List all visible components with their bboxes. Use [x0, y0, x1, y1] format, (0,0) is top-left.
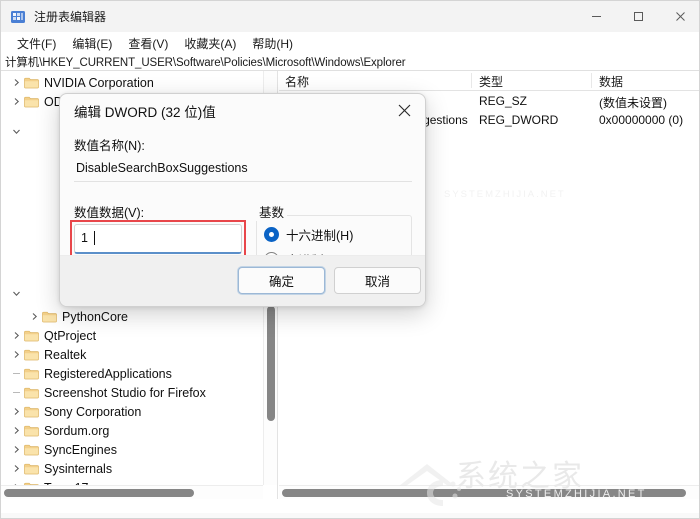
tree-item-label: Sony Corporation: [44, 406, 141, 419]
menu-bar: 文件(F) 编辑(E) 查看(V) 收藏夹(A) 帮助(H): [1, 32, 700, 54]
folder-icon: [24, 96, 39, 108]
tree-item-label: PythonCore: [62, 311, 128, 324]
text-caret: [94, 231, 95, 245]
tree-leaf-marker: [9, 373, 24, 374]
values-horizontal-scrollbar[interactable]: [279, 485, 700, 499]
menu-view[interactable]: 查看(V): [120, 33, 176, 54]
cancel-button[interactable]: 取消: [334, 267, 421, 294]
dialog-body: 数值名称(N): DisableSearchBoxSuggestions 数值数…: [60, 127, 425, 306]
values-header-row: 名称 类型 数据: [279, 71, 700, 91]
dialog-close-button[interactable]: [383, 94, 425, 126]
edit-dword-dialog: 编辑 DWORD (32 位)值 数值名称(N): DisableSearchB…: [59, 93, 426, 307]
tree-item[interactable]: QtProject: [9, 326, 96, 346]
window-controls: [575, 1, 700, 32]
column-divider-2[interactable]: [591, 73, 592, 88]
folder-icon: [24, 387, 39, 399]
radio-hexadecimal[interactable]: 十六进制(H): [264, 225, 353, 244]
column-header-name[interactable]: 名称: [285, 73, 309, 90]
column-header-data[interactable]: 数据: [599, 73, 623, 90]
base-group-label: 基数: [256, 202, 287, 221]
folder-icon: [24, 330, 39, 342]
chevron-down-icon-upper[interactable]: [9, 127, 24, 136]
value-name-text: DisableSearchBoxSuggestions: [76, 161, 248, 175]
tree-item[interactable]: RegisteredApplications: [9, 364, 172, 384]
tree-item[interactable]: SyncEngines: [9, 440, 117, 460]
ok-button[interactable]: 确定: [238, 267, 325, 294]
tree-item-label: Screenshot Studio for Firefox: [44, 387, 206, 400]
column-divider-1[interactable]: [471, 73, 472, 88]
dialog-titlebar: 编辑 DWORD (32 位)值: [60, 94, 425, 127]
tree-item[interactable]: NVIDIA Corporation: [9, 73, 154, 93]
folder-icon: [42, 311, 57, 323]
close-button[interactable]: [659, 1, 700, 32]
chevron-right-icon[interactable]: [9, 350, 24, 359]
chevron-right-icon[interactable]: [9, 426, 24, 435]
values-hscrollbar-thumb[interactable]: [282, 489, 686, 497]
tree-hscrollbar-thumb[interactable]: [4, 489, 194, 497]
dialog-footer: 确定 取消: [60, 255, 425, 306]
tree-item-label: Sordum.org: [44, 425, 109, 438]
maximize-button[interactable]: [617, 1, 659, 32]
tree-item-label: QtProject: [44, 330, 96, 343]
value-name-label: 数值名称(N):: [74, 135, 145, 154]
value-type-cell: REG_DWORD: [479, 113, 558, 127]
value-data-cell: 0x00000000 (0): [599, 113, 683, 127]
registry-editor-window: 注册表编辑器 文件(F) 编辑(E) 查看(V) 收藏夹(A) 帮助(H) 计算…: [0, 0, 700, 519]
tree-horizontal-scrollbar[interactable]: [1, 485, 263, 499]
folder-icon: [24, 463, 39, 475]
chevron-right-icon[interactable]: [9, 331, 24, 340]
chevron-down-icon[interactable]: [9, 289, 24, 298]
value-data-text: 1: [81, 231, 88, 245]
chevron-right-icon[interactable]: [9, 97, 24, 106]
folder-icon: [24, 444, 39, 456]
menu-file[interactable]: 文件(F): [9, 33, 64, 54]
tree-item[interactable]: Screenshot Studio for Firefox: [9, 383, 206, 403]
radio-hexadecimal-indicator[interactable]: [264, 227, 279, 242]
value-data-label: 数值数据(V):: [74, 202, 144, 221]
tree-item[interactable]: Sordum.org: [9, 421, 109, 441]
tree-item-label: SyncEngines: [44, 444, 117, 457]
address-bar[interactable]: 计算机\HKEY_CURRENT_USER\Software\Policies\…: [1, 54, 700, 71]
registry-editor-icon: [10, 9, 26, 25]
folder-icon: [24, 406, 39, 418]
menu-edit[interactable]: 编辑(E): [64, 33, 120, 54]
address-path: 计算机\HKEY_CURRENT_USER\Software\Policies\…: [1, 54, 405, 70]
window-titlebar: 注册表编辑器: [1, 1, 700, 32]
window-title: 注册表编辑器: [34, 8, 106, 25]
tree-item-label: Sysinternals: [44, 463, 112, 476]
menu-help[interactable]: 帮助(H): [244, 33, 301, 54]
tree-item[interactable]: Realtek: [9, 345, 86, 365]
dialog-title: 编辑 DWORD (32 位)值: [74, 101, 216, 121]
folder-icon: [24, 368, 39, 380]
radio-hexadecimal-label: 十六进制(H): [286, 225, 353, 244]
tree-leaf-marker: [9, 392, 24, 393]
folder-icon: [24, 349, 39, 361]
chevron-right-icon[interactable]: [9, 445, 24, 454]
tree-item[interactable]: PythonCore: [27, 307, 128, 327]
chevron-right-icon[interactable]: [9, 464, 24, 473]
chevron-right-icon[interactable]: [27, 312, 42, 321]
chevron-right-icon[interactable]: [9, 407, 24, 416]
column-header-type[interactable]: 类型: [479, 73, 503, 90]
folder-icon: [24, 425, 39, 437]
tree-scrollbar-thumb[interactable]: [267, 306, 275, 421]
tree-item-label: Realtek: [44, 349, 86, 362]
tree-item-label: RegisteredApplications: [44, 368, 172, 381]
value-name-input[interactable]: DisableSearchBoxSuggestions: [74, 157, 412, 182]
value-data-cell: (数值未设置): [599, 94, 667, 111]
tree-item[interactable]: Sysinternals: [9, 459, 112, 479]
folder-icon: [24, 77, 39, 89]
value-data-input[interactable]: 1: [74, 224, 242, 254]
menu-favorites[interactable]: 收藏夹(A): [176, 33, 244, 54]
tree-item[interactable]: Sony Corporation: [9, 402, 141, 422]
status-bar: [1, 513, 699, 518]
minimize-button[interactable]: [575, 1, 617, 32]
chevron-right-icon[interactable]: [9, 78, 24, 87]
value-type-cell: REG_SZ: [479, 94, 527, 108]
tree-item-label: NVIDIA Corporation: [44, 77, 154, 90]
